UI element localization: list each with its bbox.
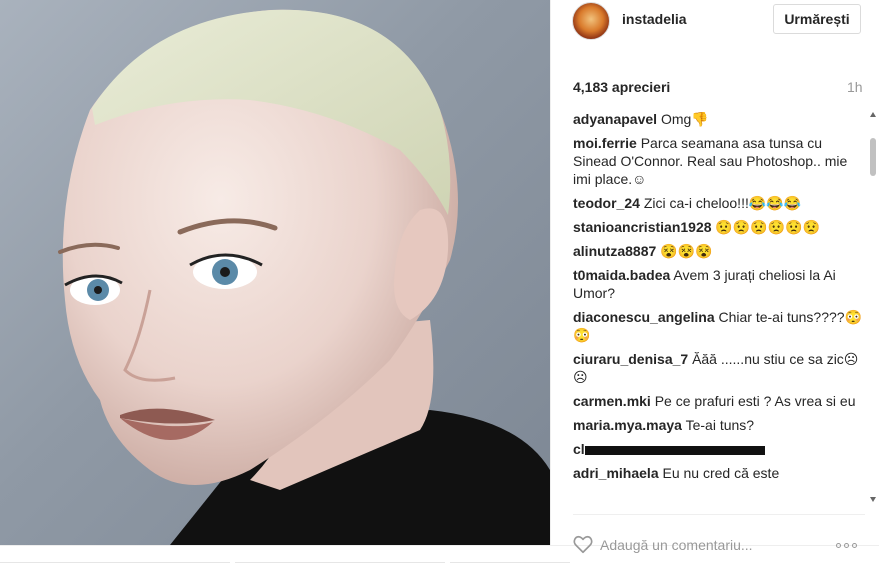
avatar[interactable] [572, 2, 610, 40]
comment-user[interactable]: adri_mihaela [573, 465, 659, 481]
comments-list: adyanapavel Omg👎 moi.ferrie Parca seaman… [573, 110, 865, 512]
comment: adri_mihaela Eu nu cred că este [573, 464, 865, 482]
comments-scrollbar[interactable] [868, 112, 878, 512]
comment-user[interactable]: diaconescu_angelina [573, 309, 715, 325]
dot-icon [836, 542, 841, 548]
comment: ciuraru_denisa_7 Ăăă ......nu stiu ce sa… [573, 350, 865, 386]
post-username[interactable]: instadelia [622, 11, 687, 27]
more-options-icon[interactable] [836, 541, 862, 549]
divider [0, 562, 230, 563]
comment-input[interactable] [600, 535, 820, 555]
comment: alinutza8887 😵😵😵 [573, 242, 865, 260]
comment-user[interactable]: ciuraru_denisa_7 [573, 351, 688, 367]
comment-user[interactable]: alinutza8887 [573, 243, 656, 259]
comment: adyanapavel Omg👎 [573, 110, 865, 128]
comment-user[interactable]: t0maida.badea [573, 267, 670, 283]
heart-icon[interactable] [572, 533, 594, 555]
scroll-up-arrow-icon[interactable] [870, 112, 876, 117]
comment: t0maida.badea Avem 3 jurați cheliosi la … [573, 266, 865, 302]
post-photo[interactable] [0, 0, 550, 545]
divider [573, 514, 865, 515]
comment: moi.ferrie Parca seamana asa tunsa cu Si… [573, 134, 865, 188]
post-timestamp[interactable]: 1h [847, 79, 863, 95]
comment-text: Eu nu cred că este [662, 465, 780, 481]
comment-user[interactable]: moi.ferrie [573, 135, 637, 151]
post-header: instadelia Urmărești [551, 0, 879, 52]
comment: stanioancristian1928 😟😟😟😟😟😟 [573, 218, 865, 236]
post-sidebar: instadelia Urmărești 4,183 aprecieri 1h … [550, 0, 879, 545]
comment-user[interactable]: teodor_24 [573, 195, 640, 211]
comment-text: Zici ca-i cheloo!!!😂😂😂 [643, 195, 802, 211]
comment-user[interactable]: maria.mya.maya [573, 417, 682, 433]
scroll-down-arrow-icon[interactable] [870, 497, 876, 502]
comment-user[interactable]: stanioancristian1928 [573, 219, 712, 235]
divider [235, 562, 445, 563]
dot-icon [844, 542, 849, 548]
comment: carmen.mki Pe ce prafuri esti ? As vrea … [573, 392, 865, 410]
redaction-bar [584, 445, 765, 455]
comment-text: Pe ce prafuri esti ? As vrea si eu [654, 393, 856, 409]
comment-text: Te-ai tuns? [685, 417, 755, 433]
comment-text: Omg👎 [660, 111, 709, 127]
dot-icon [852, 542, 857, 548]
portrait-illustration [58, 9, 550, 545]
comment-user[interactable]: cl [573, 441, 585, 457]
comment: maria.mya.maya Te-ai tuns? [573, 416, 865, 434]
comment-text: 😟😟😟😟😟😟 [715, 219, 820, 235]
comment-redacted: cl [573, 440, 865, 458]
follow-button[interactable]: Urmărești [773, 4, 861, 34]
scroll-thumb[interactable] [870, 138, 876, 176]
comment: diaconescu_angelina Chiar te-ai tuns????… [573, 308, 865, 344]
comment-user[interactable]: adyanapavel [573, 111, 657, 127]
comment-user[interactable]: carmen.mki [573, 393, 651, 409]
comment: teodor_24 Zici ca-i cheloo!!!😂😂😂 [573, 194, 865, 212]
divider [450, 562, 570, 563]
comment-text: 😵😵😵 [660, 243, 713, 259]
likes-count[interactable]: 4,183 aprecieri [573, 79, 670, 95]
